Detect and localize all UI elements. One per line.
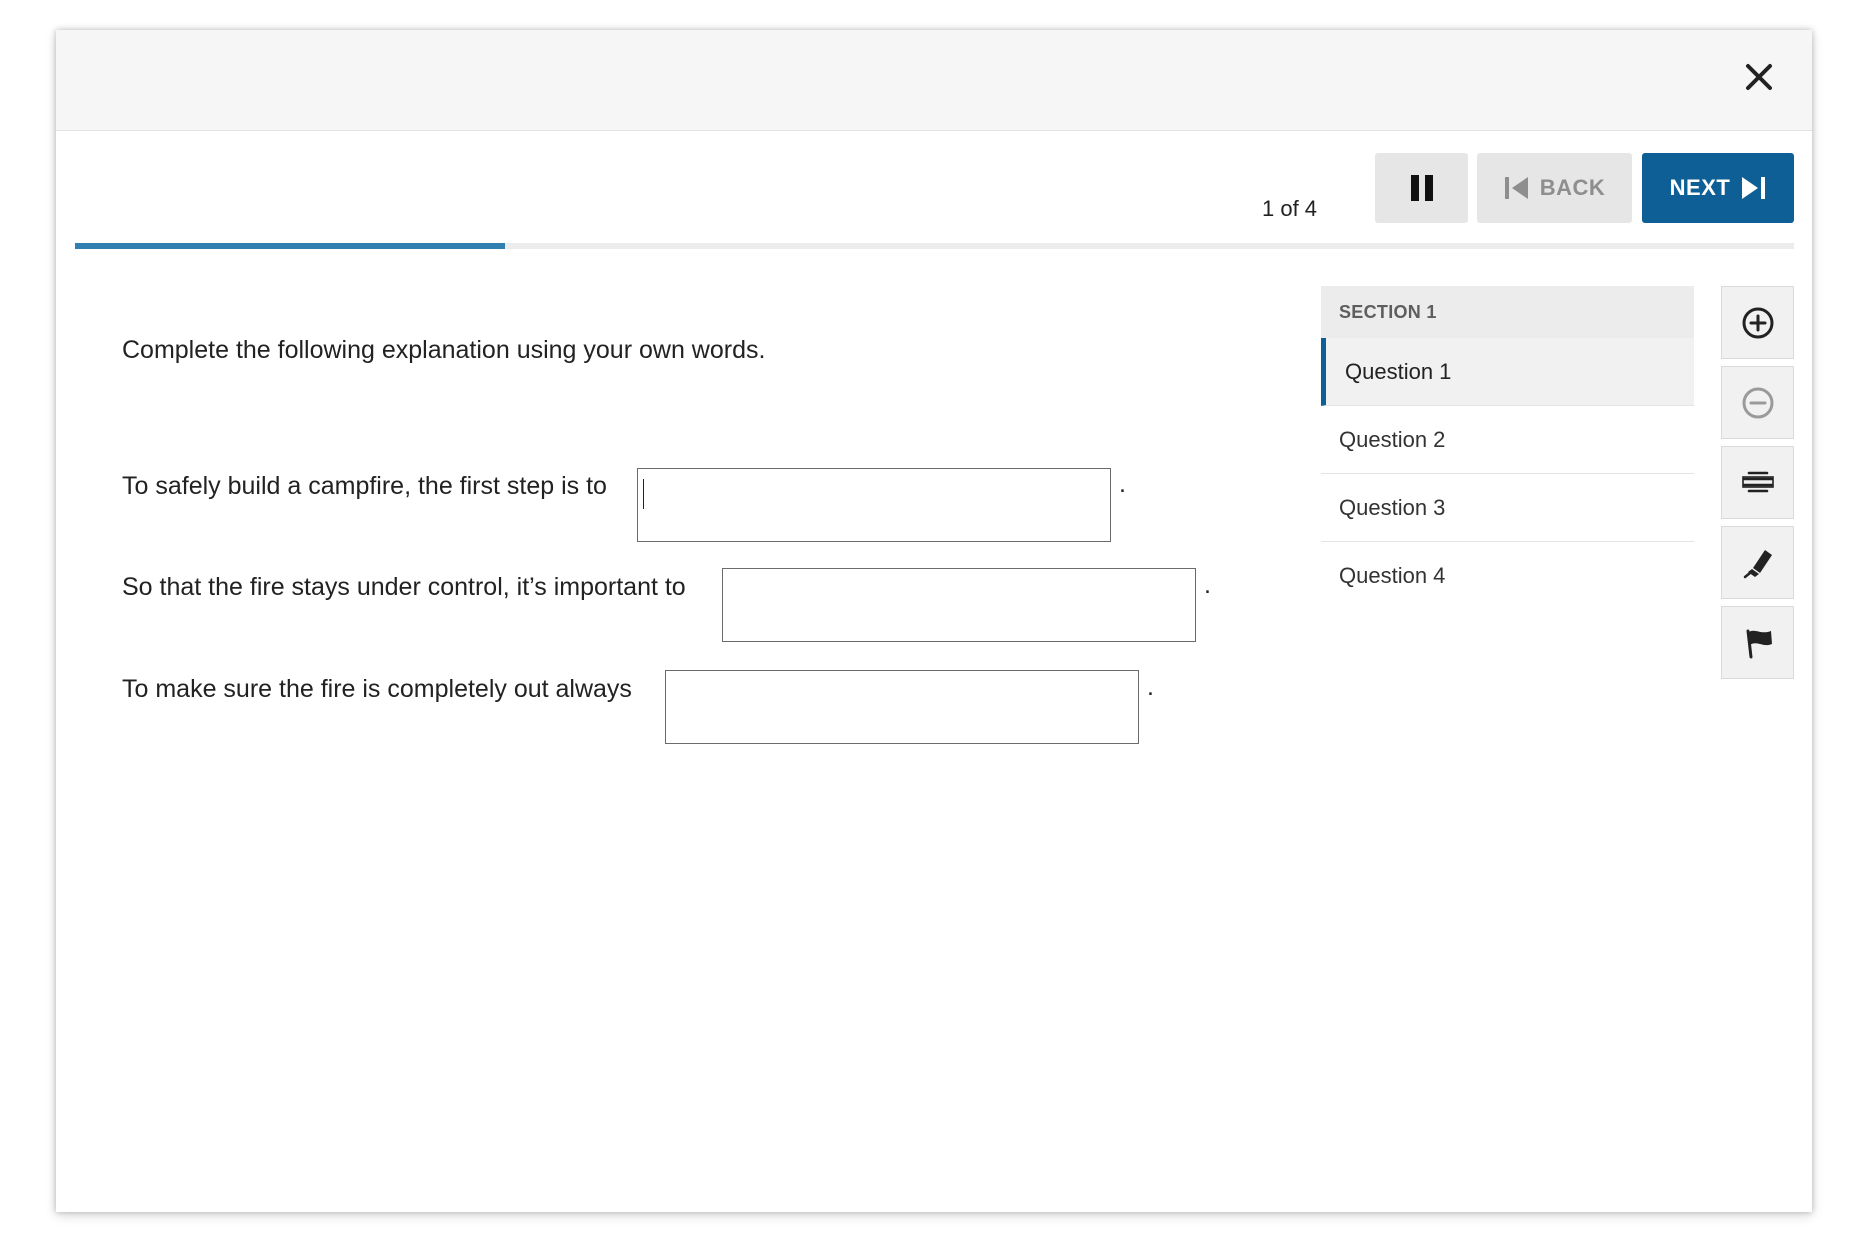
answer-input-3[interactable] <box>665 670 1139 744</box>
nav-question-3[interactable]: Question 3 <box>1321 474 1694 542</box>
highlighter-icon <box>1743 549 1772 578</box>
pause-icon <box>1410 175 1433 201</box>
zoom-out-button[interactable] <box>1721 366 1794 439</box>
pause-button[interactable] <box>1375 153 1468 223</box>
zoom-in-button[interactable] <box>1721 286 1794 359</box>
highlighter-button[interactable] <box>1721 526 1794 599</box>
back-label: BACK <box>1539 175 1606 200</box>
zoom-in-icon <box>1742 307 1773 338</box>
answer-input-2[interactable] <box>722 568 1196 642</box>
back-button[interactable]: BACK <box>1477 153 1632 223</box>
nav-question-2[interactable]: Question 2 <box>1321 406 1694 474</box>
section-header: SECTION 1 <box>1321 286 1694 338</box>
next-label: NEXT <box>1669 175 1731 200</box>
answer-input-1[interactable] <box>637 468 1111 542</box>
flag-button[interactable] <box>1721 606 1794 679</box>
sentence-1-text: To safely build a campfire, the first st… <box>122 472 607 500</box>
question-prompt: Complete the following explanation using… <box>122 336 766 364</box>
sentence-1-suffix: . <box>1119 470 1126 498</box>
line-reader-icon <box>1741 471 1774 492</box>
dialog-header <box>56 30 1812 131</box>
skip-back-icon <box>1504 177 1528 199</box>
progress-fill <box>75 243 505 249</box>
close-icon <box>1746 64 1772 90</box>
next-button[interactable]: NEXT <box>1642 153 1794 223</box>
zoom-out-icon <box>1742 387 1773 418</box>
flag-icon <box>1746 629 1772 658</box>
skip-forward-icon <box>1742 177 1766 199</box>
question-nav-panel: SECTION 1 Question 1 Question 2 Question… <box>1321 286 1694 610</box>
sentence-2-text: So that the fire stays under control, it… <box>122 573 686 601</box>
sentence-3-suffix: . <box>1147 673 1154 701</box>
text-caret <box>643 479 644 509</box>
nav-question-1[interactable]: Question 1 <box>1321 338 1694 406</box>
nav-question-4[interactable]: Question 4 <box>1321 542 1694 610</box>
line-reader-button[interactable] <box>1721 446 1794 519</box>
test-dialog: 1 of 4 BACK NEXT Complete the following … <box>56 30 1812 1212</box>
question-counter: 1 of 4 <box>1262 196 1318 221</box>
close-button[interactable] <box>1736 54 1782 100</box>
sentence-2-suffix: . <box>1204 571 1211 599</box>
sentence-3-text: To make sure the fire is completely out … <box>122 675 632 703</box>
progress-bar <box>75 243 1794 249</box>
